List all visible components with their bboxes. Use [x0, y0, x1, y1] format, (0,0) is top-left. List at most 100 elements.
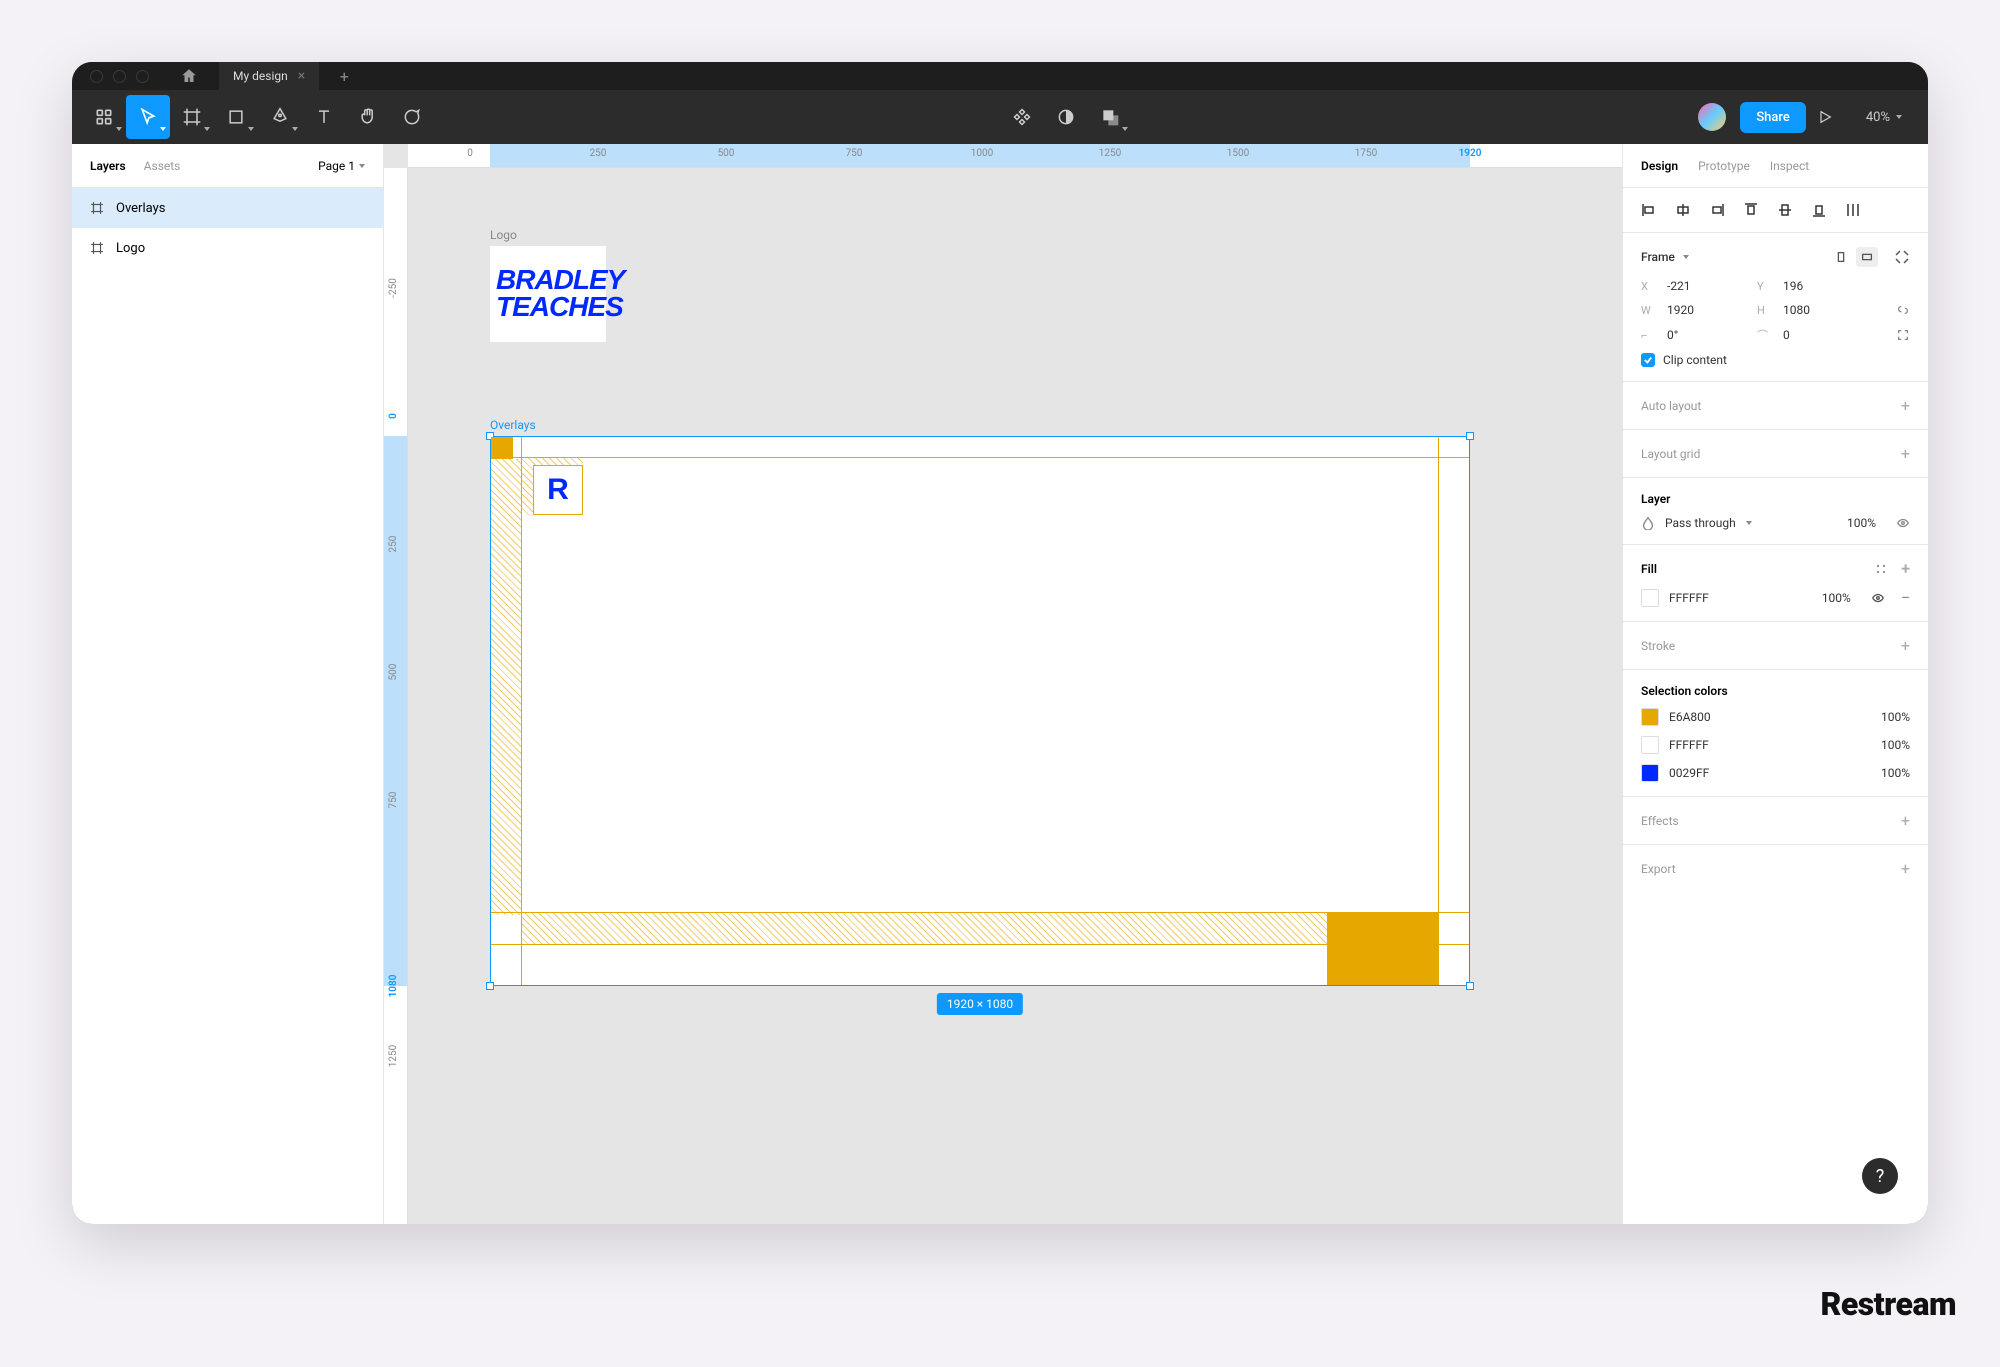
fill-row[interactable]: FFFFFF 100% − [1641, 588, 1910, 607]
distribute-icon[interactable] [1845, 202, 1861, 218]
fill-section: Fill+ FFFFFF 100% − [1623, 545, 1928, 622]
plus-icon[interactable]: + [1901, 636, 1910, 655]
text-tool[interactable] [302, 95, 346, 139]
pen-tool[interactable] [258, 95, 302, 139]
components-button[interactable] [1000, 95, 1044, 139]
zoom-control[interactable]: 40% [1866, 110, 1902, 125]
tab-prototype[interactable]: Prototype [1698, 159, 1750, 173]
selection-color-row[interactable]: E6A800100% [1641, 708, 1910, 726]
comment-tool[interactable] [390, 95, 434, 139]
selection-handle[interactable] [1466, 982, 1474, 990]
move-tool[interactable] [126, 95, 170, 139]
maximize-window-icon[interactable] [136, 70, 149, 83]
new-tab-button[interactable]: + [329, 67, 359, 86]
color-swatch[interactable] [1641, 708, 1659, 726]
boolean-icon [1100, 107, 1120, 127]
align-top-icon[interactable] [1743, 202, 1759, 218]
figma-logo-icon [94, 107, 114, 127]
resize-fit-icon[interactable] [1894, 249, 1910, 265]
hand-tool[interactable] [346, 95, 390, 139]
align-vcenter-icon[interactable] [1777, 202, 1793, 218]
dimension-badge: 1920 × 1080 [937, 993, 1023, 1015]
selection-color-row[interactable]: FFFFFF100% [1641, 736, 1910, 754]
horizontal-ruler[interactable]: 0 250 500 750 1000 1250 1500 1750 1920 [408, 144, 1622, 168]
orange-corner-shape[interactable] [491, 437, 513, 459]
chevron-down-icon [1746, 521, 1752, 525]
pen-icon [270, 107, 290, 127]
opacity-input[interactable]: 100% [1847, 516, 1876, 530]
frame-label[interactable]: Frame [1641, 250, 1675, 264]
layers-panel-header: Layers Assets Page 1 [72, 144, 383, 188]
watermark: Restream [1820, 1285, 1956, 1323]
tab-design[interactable]: Design [1641, 159, 1678, 173]
file-tab[interactable]: My design × [219, 62, 319, 90]
app-window: My design × + Share 40% Layers Assets Pa… [72, 62, 1928, 1224]
selection-color-row[interactable]: 0029FF100% [1641, 764, 1910, 782]
corners-icon[interactable] [1896, 328, 1910, 342]
assets-tab[interactable]: Assets [144, 159, 181, 173]
plus-icon[interactable]: + [1901, 559, 1910, 578]
color-swatch[interactable] [1641, 736, 1659, 754]
selection-handle[interactable] [486, 982, 494, 990]
boolean-button[interactable] [1088, 95, 1132, 139]
layout-grid-section[interactable]: Layout grid+ [1623, 430, 1928, 478]
logo-frame[interactable]: BRADLEY TEACHES [490, 246, 606, 342]
layer-logo[interactable]: Logo [72, 228, 383, 268]
radius-input[interactable]: 0 [1783, 328, 1863, 342]
close-window-icon[interactable] [90, 70, 103, 83]
share-button[interactable]: Share [1740, 102, 1806, 133]
plus-icon[interactable]: + [1901, 811, 1910, 830]
canvas[interactable]: Logo BRADLEY TEACHES Overlays [408, 168, 1622, 1224]
rotation-input[interactable]: 0° [1667, 328, 1747, 342]
shape-tool[interactable] [214, 95, 258, 139]
plus-icon[interactable]: + [1901, 859, 1910, 878]
r-text-element[interactable]: R [533, 465, 583, 515]
width-input[interactable]: 1920 [1667, 303, 1747, 317]
layer-overlays[interactable]: Overlays [72, 188, 383, 228]
visibility-icon[interactable] [1896, 516, 1910, 530]
align-left-icon[interactable] [1641, 202, 1657, 218]
visibility-icon[interactable] [1871, 591, 1885, 605]
height-input[interactable]: 1080 [1783, 303, 1863, 317]
fill-swatch[interactable] [1641, 589, 1659, 607]
frame-icon [90, 241, 104, 255]
landscape-mode[interactable] [1856, 247, 1878, 267]
home-button[interactable] [169, 67, 209, 85]
stroke-section[interactable]: Stroke+ [1623, 622, 1928, 670]
blend-mode[interactable]: Pass through 100% [1641, 516, 1910, 530]
tab-inspect[interactable]: Inspect [1770, 159, 1809, 173]
vertical-ruler[interactable]: -250 0 250 500 750 1080 1250 [384, 168, 408, 1224]
align-hcenter-icon[interactable] [1675, 202, 1691, 218]
plus-icon[interactable]: + [1901, 396, 1910, 415]
logo-frame-label[interactable]: Logo [490, 228, 517, 242]
export-section[interactable]: Export+ [1623, 845, 1928, 892]
user-avatar[interactable] [1698, 103, 1726, 131]
layers-tab[interactable]: Layers [90, 159, 126, 173]
present-button[interactable] [1806, 109, 1844, 125]
align-bottom-icon[interactable] [1811, 202, 1827, 218]
link-icon[interactable] [1896, 303, 1910, 317]
color-swatch[interactable] [1641, 764, 1659, 782]
overlays-frame[interactable]: R 1920 × 1080 [490, 436, 1470, 986]
clip-content-checkbox[interactable]: Clip content [1641, 353, 1910, 367]
hand-icon [358, 107, 378, 127]
plus-icon[interactable]: + [1901, 444, 1910, 463]
page-selector[interactable]: Page 1 [318, 159, 365, 173]
help-button[interactable]: ? [1862, 1158, 1898, 1194]
align-right-icon[interactable] [1709, 202, 1725, 218]
auto-layout-section[interactable]: Auto layout+ [1623, 382, 1928, 430]
main-menu-button[interactable] [82, 95, 126, 139]
portrait-mode[interactable] [1830, 247, 1852, 267]
overlays-frame-label[interactable]: Overlays [490, 418, 536, 432]
remove-fill-icon[interactable]: − [1901, 588, 1910, 607]
selection-handle[interactable] [1466, 432, 1474, 440]
frame-tool[interactable] [170, 95, 214, 139]
mask-button[interactable] [1044, 95, 1088, 139]
x-input[interactable]: -221 [1667, 279, 1747, 293]
close-tab-icon[interactable]: × [298, 68, 305, 84]
styles-icon[interactable] [1875, 563, 1887, 575]
y-input[interactable]: 196 [1783, 279, 1863, 293]
orange-block-shape[interactable] [1327, 913, 1439, 985]
effects-section[interactable]: Effects+ [1623, 797, 1928, 845]
minimize-window-icon[interactable] [113, 70, 126, 83]
